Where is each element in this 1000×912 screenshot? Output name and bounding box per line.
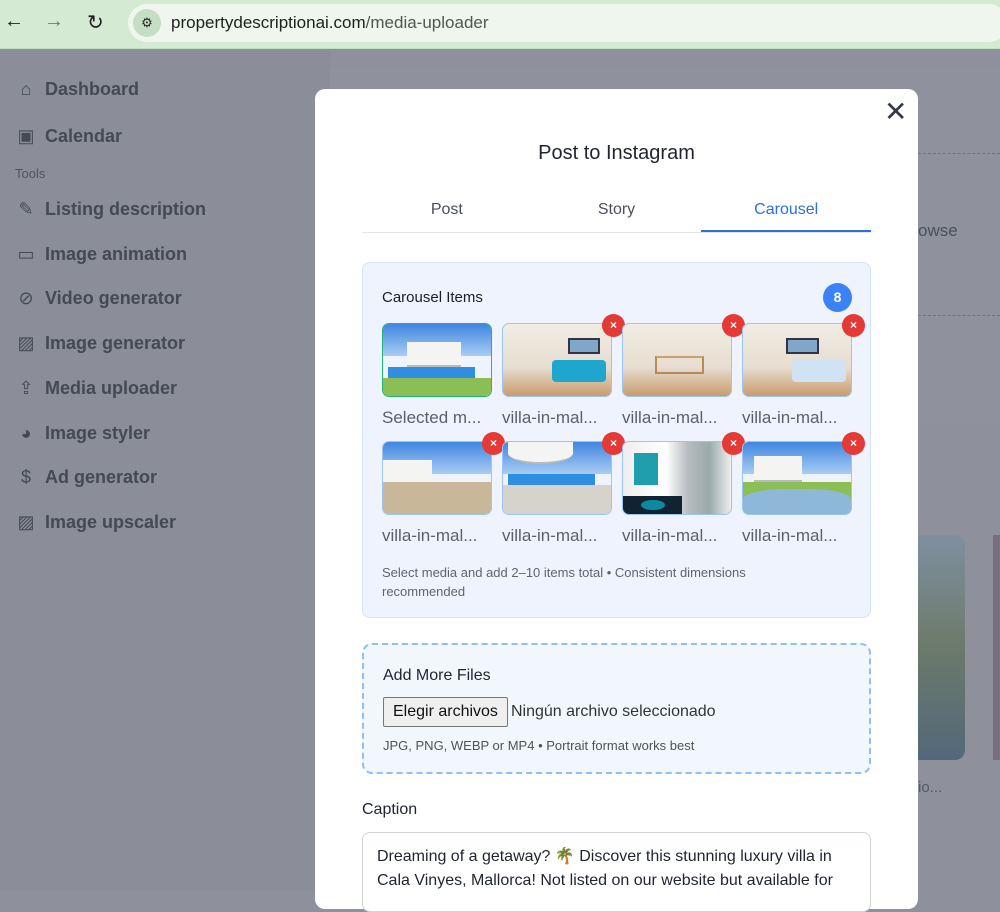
reload-icon[interactable]: ↻	[87, 10, 104, 35]
sidebar-item-label: Image styler	[45, 423, 151, 443]
thumbnail-image-part	[786, 338, 819, 355]
image-icon: ▨	[17, 512, 35, 532]
sidebar-section-tools: Tools	[15, 166, 46, 181]
thumbnail-image-part	[567, 338, 601, 355]
video-off-icon: ⊘	[18, 288, 34, 308]
thumbnail-image-part	[655, 356, 704, 375]
modal-title: Post to Instagram	[538, 142, 695, 164]
carousel-thumbnail[interactable]	[622, 441, 732, 515]
dollar-icon: $	[20, 467, 31, 487]
sidebar-item-label: Image upscaler	[45, 512, 177, 532]
browser-toolbar: ← → ↻ ⚙ propertydescriptionai.com/media-…	[0, 0, 1000, 49]
carousel-thumbnail[interactable]	[502, 323, 612, 397]
sidebar-item-listing-description[interactable]: ✎ Listing description	[15, 199, 206, 220]
thumbnail-image-part	[406, 342, 461, 368]
background-card-label: io...	[918, 779, 943, 796]
carousel-note: Select media and add 2–10 items total • …	[382, 565, 746, 599]
carousel-item-label: Selected m...	[382, 408, 482, 427]
thumbnail-image-part	[388, 367, 475, 378]
add-files-title: Add More Files	[383, 667, 491, 684]
close-icon[interactable]: ✕	[884, 98, 907, 126]
address-bar[interactable]: ⚙ propertydescriptionai.com/media-upload…	[128, 4, 1000, 42]
back-icon[interactable]: ←	[4, 10, 24, 33]
tab-post[interactable]: Post	[362, 196, 532, 232]
sidebar-item-label: Media uploader	[45, 378, 178, 398]
carousel-item-label: villa-in-mal...	[382, 526, 478, 545]
thumbnail-image-part	[383, 481, 491, 514]
dropzone-border	[918, 153, 1000, 154]
sidebar-item-video-generator[interactable]: ⊘ Video generator	[15, 288, 182, 309]
forward-icon[interactable]: →	[44, 10, 64, 33]
remove-item-button[interactable]: ×	[842, 432, 865, 455]
background-media-card	[993, 535, 1000, 760]
file-format-hint: JPG, PNG, WEBP or MP4 • Portrait format …	[383, 738, 695, 753]
site-settings-icon[interactable]: ⚙	[133, 9, 161, 37]
sidebar-item-ad-generator[interactable]: $ Ad generator	[15, 467, 157, 488]
add-more-files-dropzone[interactable]: Add More Files Elegir archivos Ningún ar…	[362, 643, 871, 774]
sidebar-item-image-styler[interactable]: ◕ Image styler	[15, 423, 151, 444]
carousel-thumbnail[interactable]	[502, 441, 612, 515]
image-icon: ▨	[17, 333, 35, 353]
thumbnail-image-part	[551, 360, 606, 382]
carousel-thumbnail[interactable]	[382, 323, 492, 397]
choose-files-button[interactable]: Elegir archivos	[383, 697, 508, 727]
carousel-thumbnail[interactable]	[382, 441, 492, 515]
sidebar-item-dashboard[interactable]: ⌂ Dashboard	[15, 79, 139, 100]
thumbnail-image-part	[633, 452, 658, 486]
pencil-icon: ✎	[18, 199, 34, 219]
thumbnail-image-part	[503, 485, 611, 514]
thumbnail-image-part	[743, 488, 851, 514]
thumbnail-image-part	[508, 442, 574, 464]
tab-story[interactable]: Story	[532, 196, 702, 232]
carousel-item-label: villa-in-mal...	[502, 526, 598, 545]
carousel-item-label: villa-in-mal...	[742, 526, 838, 545]
remove-item-button[interactable]: ×	[842, 314, 865, 337]
dropzone-border	[918, 315, 1000, 316]
url-path: /media-uploader	[365, 13, 489, 32]
carousel-thumbnail[interactable]	[622, 323, 732, 397]
sidebar-item-label: Dashboard	[45, 79, 140, 99]
item-count-badge: 8	[823, 283, 852, 312]
caption-input[interactable]: Dreaming of a getaway? 🌴 Discover this s…	[362, 832, 871, 912]
tab-carousel[interactable]: Carousel	[701, 196, 872, 232]
carousel-thumbnail[interactable]	[742, 323, 852, 397]
sidebar-item-image-generator[interactable]: ▨ Image generator	[15, 333, 185, 354]
sidebar-item-label: Video generator	[45, 288, 182, 308]
caption-label: Caption	[362, 801, 418, 818]
sidebar-item-label: Image generator	[45, 333, 186, 353]
sidebar-item-image-animation[interactable]: ▭ Image animation	[15, 244, 187, 265]
file-status: Ningún archivo seleccionado	[511, 703, 716, 720]
sidebar-item-label: Listing description	[45, 199, 207, 219]
thumbnail-image-part	[383, 378, 491, 396]
sidebar-item-label: Ad generator	[45, 467, 158, 487]
background-media-card	[918, 535, 965, 760]
thumbnail-image-part	[508, 474, 595, 486]
sidebar-item-calendar[interactable]: ▣ Calendar	[15, 126, 122, 147]
carousel-item-label: villa-in-mal...	[622, 526, 718, 545]
carousel-item-label: villa-in-mal...	[742, 408, 838, 427]
browse-text: owse	[918, 221, 958, 240]
carousel-items-title: Carousel Items	[382, 289, 483, 306]
carousel-item-label: villa-in-mal...	[622, 408, 718, 427]
thumbnail-image-part	[753, 456, 803, 482]
carousel-items-panel: Carousel Items 8 Selected m... × villa-in-…	[362, 262, 871, 618]
upload-icon: ⇪	[18, 378, 34, 398]
thumbnail-image-part	[791, 360, 846, 382]
url-domain: propertydescriptionai.com	[171, 13, 366, 32]
video-camera-icon: ▭	[17, 244, 35, 264]
thumbnail-image-part	[623, 496, 683, 514]
carousel-item-label: villa-in-mal...	[502, 408, 598, 427]
sidebar-item-media-uploader[interactable]: ⇪ Media uploader	[15, 378, 177, 399]
palette-icon: ◕	[20, 423, 32, 443]
sidebar-item-image-upscaler[interactable]: ▨ Image upscaler	[15, 512, 176, 533]
post-type-tabs: Post Story Carousel	[362, 196, 872, 233]
home-icon: ⌂	[20, 79, 32, 99]
carousel-thumbnail[interactable]	[742, 441, 852, 515]
sidebar-item-label: Image animation	[45, 244, 188, 264]
calendar-icon: ▣	[17, 126, 35, 146]
sidebar-item-label: Calendar	[45, 126, 123, 146]
